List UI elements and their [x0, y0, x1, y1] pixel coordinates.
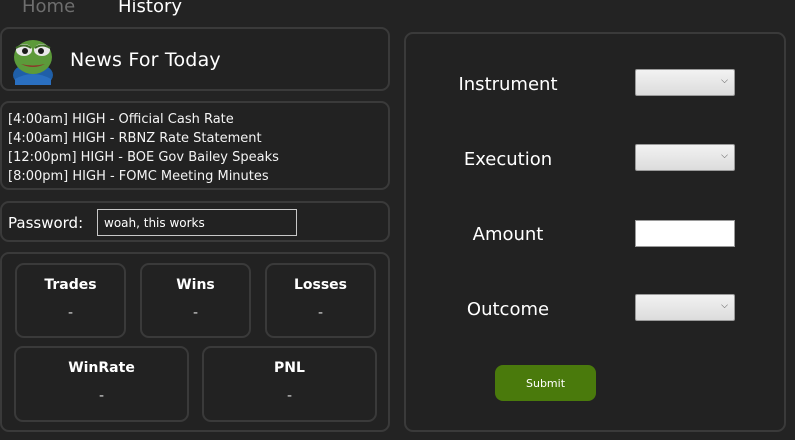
instrument-select[interactable]: ⌵	[635, 69, 735, 96]
execution-select[interactable]: ⌵	[635, 144, 735, 171]
news-header-card: News For Today	[0, 27, 390, 91]
chevron-down-icon: ⌵	[721, 151, 728, 161]
wins-stat: Wins -	[140, 263, 251, 338]
tab-home[interactable]: Home	[22, 0, 75, 17]
tab-history[interactable]: History	[118, 0, 182, 17]
losses-label: Losses	[293, 277, 348, 293]
losses-stat: Losses -	[265, 263, 376, 338]
chevron-down-icon: ⌵	[721, 301, 728, 311]
amount-input[interactable]	[635, 220, 735, 247]
trades-label: Trades	[44, 277, 97, 293]
winrate-value: -	[98, 388, 105, 404]
trades-stat: Trades -	[15, 263, 126, 338]
news-list: [4:00am] HIGH - Official Cash Rate [4:00…	[0, 101, 390, 190]
losses-value: -	[317, 305, 324, 321]
pepe-frog-icon	[13, 40, 53, 85]
pnl-label: PNL	[274, 360, 305, 376]
chevron-down-icon: ⌵	[721, 76, 728, 86]
password-label: Password:	[8, 214, 84, 232]
winrate-stat: WinRate -	[14, 346, 189, 422]
outcome-select[interactable]: ⌵	[635, 294, 735, 321]
wins-label: Wins	[176, 277, 215, 293]
pnl-value: -	[286, 388, 293, 404]
submit-button[interactable]: Submit	[495, 365, 596, 401]
news-item: [12:00pm] HIGH - BOE Gov Bailey Speaks	[8, 150, 279, 165]
password-card: Password:	[0, 201, 390, 242]
execution-label: Execution	[463, 149, 553, 170]
news-item: [4:00am] HIGH - RBNZ Rate Statement	[8, 131, 262, 146]
stats-card: Trades - Wins - Losses - WinRate - PNL -	[0, 252, 390, 432]
winrate-label: WinRate	[68, 360, 135, 376]
pnl-stat: PNL -	[202, 346, 377, 422]
news-item: [8:00pm] HIGH - FOMC Meeting Minutes	[8, 169, 269, 184]
outcome-label: Outcome	[466, 299, 550, 320]
wins-value: -	[192, 305, 199, 321]
instrument-label: Instrument	[458, 74, 558, 95]
amount-label: Amount	[472, 224, 544, 245]
nav-tabs: Home History	[0, 0, 400, 24]
news-item: [4:00am] HIGH - Official Cash Rate	[8, 112, 234, 127]
trade-form-card: Instrument ⌵ Execution ⌵ Amount Outcome …	[404, 32, 786, 432]
news-title: News For Today	[70, 49, 221, 71]
trades-value: -	[67, 305, 74, 321]
password-input[interactable]	[97, 209, 297, 236]
